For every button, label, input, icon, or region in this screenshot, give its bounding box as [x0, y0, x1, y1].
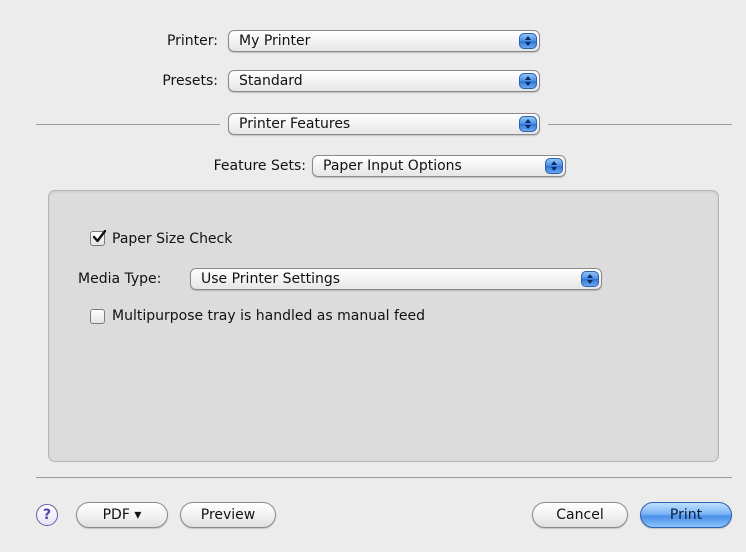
- manual-feed-label[interactable]: Multipurpose tray is handled as manual f…: [112, 306, 425, 326]
- panel-selector-popup[interactable]: Printer Features: [228, 113, 540, 135]
- panel-selector-value: Printer Features: [239, 116, 351, 132]
- preview-button[interactable]: Preview: [180, 502, 276, 528]
- media-type-label: Media Type:: [78, 271, 162, 287]
- printer-popup[interactable]: My Printer: [228, 30, 540, 52]
- paper-size-check-label[interactable]: Paper Size Check: [112, 229, 232, 249]
- printer-label: Printer:: [166, 33, 218, 49]
- presets-value: Standard: [239, 73, 303, 89]
- print-button[interactable]: Print: [640, 502, 732, 528]
- feature-sets-value: Paper Input Options: [323, 158, 462, 174]
- media-type-popup[interactable]: Use Printer Settings: [190, 268, 602, 290]
- popup-arrows-icon: [519, 73, 537, 89]
- help-button[interactable]: ?: [36, 504, 58, 526]
- printer-value: My Printer: [239, 33, 311, 49]
- presets-label: Presets:: [162, 73, 218, 89]
- cancel-button[interactable]: Cancel: [532, 502, 628, 528]
- popup-arrows-icon: [519, 33, 537, 49]
- checkmark-icon: [92, 230, 106, 243]
- pdf-menu-button[interactable]: PDF ▾: [76, 502, 168, 528]
- bottom-separator: [36, 477, 732, 478]
- popup-arrows-icon: [545, 158, 563, 174]
- popup-arrows-icon: [581, 271, 599, 287]
- manual-feed-checkbox[interactable]: [90, 309, 105, 324]
- feature-sets-label: Feature Sets:: [213, 158, 306, 174]
- separator-line-right: [548, 124, 732, 125]
- popup-arrows-icon: [519, 116, 537, 132]
- paper-size-check-checkbox[interactable]: [90, 230, 106, 246]
- separator-line-left: [36, 124, 220, 125]
- feature-sets-popup[interactable]: Paper Input Options: [312, 155, 566, 177]
- media-type-value: Use Printer Settings: [201, 271, 341, 287]
- presets-popup[interactable]: Standard: [228, 70, 540, 92]
